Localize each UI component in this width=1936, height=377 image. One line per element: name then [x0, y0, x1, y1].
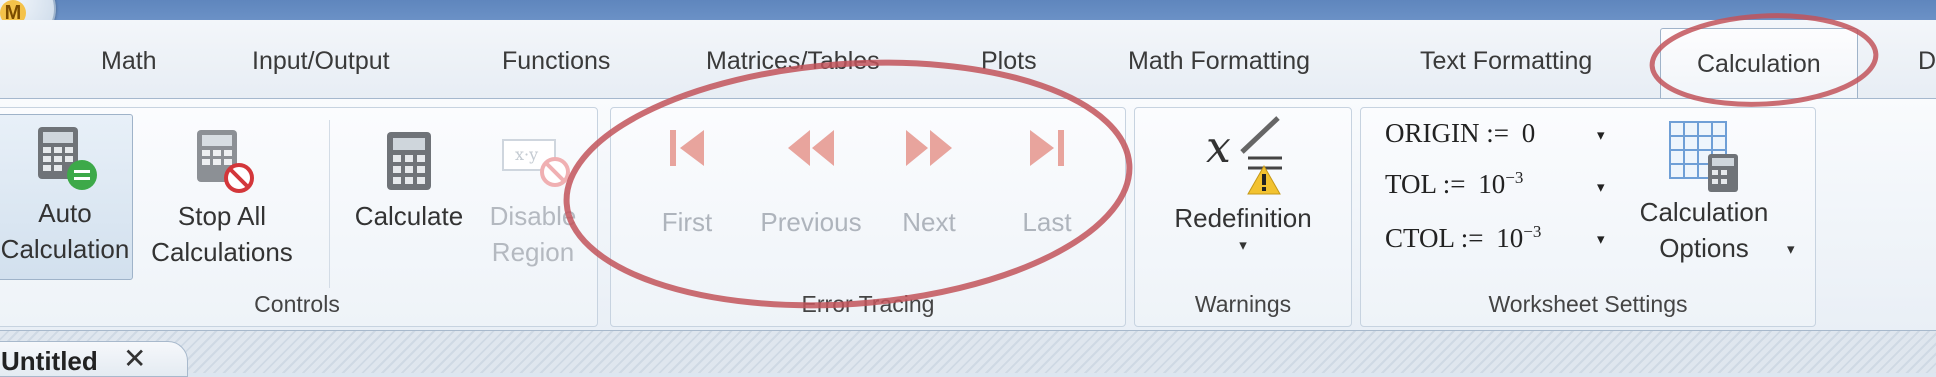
group-error-tracing: First Previous Next Last Error Tracing [610, 107, 1126, 327]
calculator-check-icon [38, 127, 97, 190]
origin-setting[interactable]: ORIGIN := 0 ▾ [1385, 118, 1605, 154]
group-warnings: x Redefinition ▾ Warnings [1134, 107, 1352, 327]
calculator-icon [387, 132, 431, 190]
tab-plots[interactable]: Plots [981, 20, 1037, 100]
worksheet-settings-group-label: Worksheet Settings [1488, 291, 1688, 317]
calculator-stop-icon [197, 130, 254, 193]
redefinition-label: Redefinition [1174, 203, 1312, 233]
tab-text-formatting[interactable]: Text Formatting [1420, 20, 1592, 100]
tol-name: TOL [1385, 169, 1436, 199]
tol-exponent: −3 [1505, 168, 1524, 187]
previous-icon [788, 130, 834, 166]
tab-matrices-tables[interactable]: Matrices/Tables [706, 20, 880, 100]
tab-functions[interactable]: Functions [502, 20, 610, 100]
calculate-label: Calculate [354, 201, 464, 231]
ctol-name: CTOL [1385, 223, 1455, 253]
next-label: Next [902, 207, 956, 237]
ctol-setting[interactable]: CTOL := 10−3 ▾ [1385, 222, 1605, 258]
ctol-base: 10 [1496, 223, 1524, 253]
next-button[interactable]: Next [879, 126, 979, 238]
tab-math[interactable]: Math [101, 20, 157, 100]
tab-math-formatting[interactable]: Math Formatting [1128, 20, 1310, 100]
disable-region-label-1: Disable [489, 201, 577, 231]
tol-assign: := [1442, 169, 1466, 199]
disable-region-label-2: Region [491, 237, 575, 267]
next-icon [906, 130, 952, 166]
svg-text:x: x [1206, 122, 1231, 173]
origin-name: ORIGIN [1385, 118, 1480, 148]
tol-dropdown-icon[interactable]: ▾ [1597, 178, 1605, 196]
auto-calculation-label-2: Calculation [0, 234, 130, 264]
group-controls: Auto Calculation Stop All Calculations C… [0, 107, 598, 327]
stop-all-label-2: Calculations [151, 237, 293, 267]
previous-button[interactable]: Previous [739, 126, 883, 238]
svg-text:x·y: x·y [515, 145, 538, 164]
redefinition-warning-icon: x [1206, 116, 1282, 195]
origin-assign: := [1486, 118, 1509, 148]
tol-base: 10 [1478, 169, 1506, 199]
first-button[interactable]: First [637, 126, 737, 238]
origin-value: 0 [1521, 118, 1536, 148]
tab-d[interactable]: D [1918, 20, 1936, 100]
calculation-options-label-2: Options [1659, 233, 1749, 263]
ctol-exponent: −3 [1523, 222, 1542, 241]
first-label: First [661, 207, 713, 237]
disable-region-icon: x·y [502, 139, 570, 187]
calculation-options-dropdown-icon[interactable]: ▾ [1787, 232, 1795, 268]
calculate-button[interactable]: Calculate [345, 118, 473, 234]
close-icon[interactable]: ✕ [123, 342, 146, 375]
last-icon [1030, 130, 1064, 166]
calculation-options-label-1: Calculation [1639, 197, 1769, 227]
controls-separator [329, 120, 330, 288]
disable-region-button[interactable]: x·y Disable Region [479, 118, 587, 270]
first-icon [670, 130, 704, 166]
calculation-options-button[interactable]: Calculation Options ▾ [1617, 114, 1795, 266]
stop-all-label-1: Stop All [177, 201, 267, 231]
title-bar [0, 0, 1936, 20]
ribbon-tab-row: Math Input/Output Functions Matrices/Tab… [0, 20, 1936, 113]
last-button[interactable]: Last [997, 126, 1097, 238]
stop-all-calculations-button[interactable]: Stop All Calculations [137, 118, 307, 270]
auto-calculation-button[interactable]: Auto Calculation [0, 114, 133, 280]
redefinition-button[interactable]: x Redefinition ▾ [1145, 114, 1341, 256]
error-tracing-group-label: Error Tracing [801, 291, 935, 317]
origin-dropdown-icon[interactable]: ▾ [1597, 126, 1605, 144]
calculation-options-icon [1669, 121, 1738, 192]
redefinition-dropdown-icon[interactable]: ▾ [1145, 236, 1341, 256]
auto-calculation-label-1: Auto [38, 198, 92, 228]
tab-input-output[interactable]: Input/Output [252, 20, 390, 100]
ctol-dropdown-icon[interactable]: ▾ [1597, 230, 1605, 248]
last-label: Last [1022, 207, 1072, 237]
document-tab-strip: Untitled ✕ [0, 330, 1936, 377]
document-tab-title: Untitled [1, 346, 98, 376]
tol-setting[interactable]: TOL := 10−3 ▾ [1385, 168, 1605, 204]
warnings-group-label: Warnings [1194, 291, 1292, 317]
controls-group-label: Controls [254, 291, 340, 317]
group-worksheet-settings: ORIGIN := 0 ▾ TOL := 10−3 ▾ CTOL := 10−3… [1360, 107, 1816, 327]
ctol-assign: := [1460, 223, 1484, 253]
ribbon-panel: Auto Calculation Stop All Calculations C… [0, 98, 1936, 332]
previous-label: Previous [760, 207, 862, 237]
